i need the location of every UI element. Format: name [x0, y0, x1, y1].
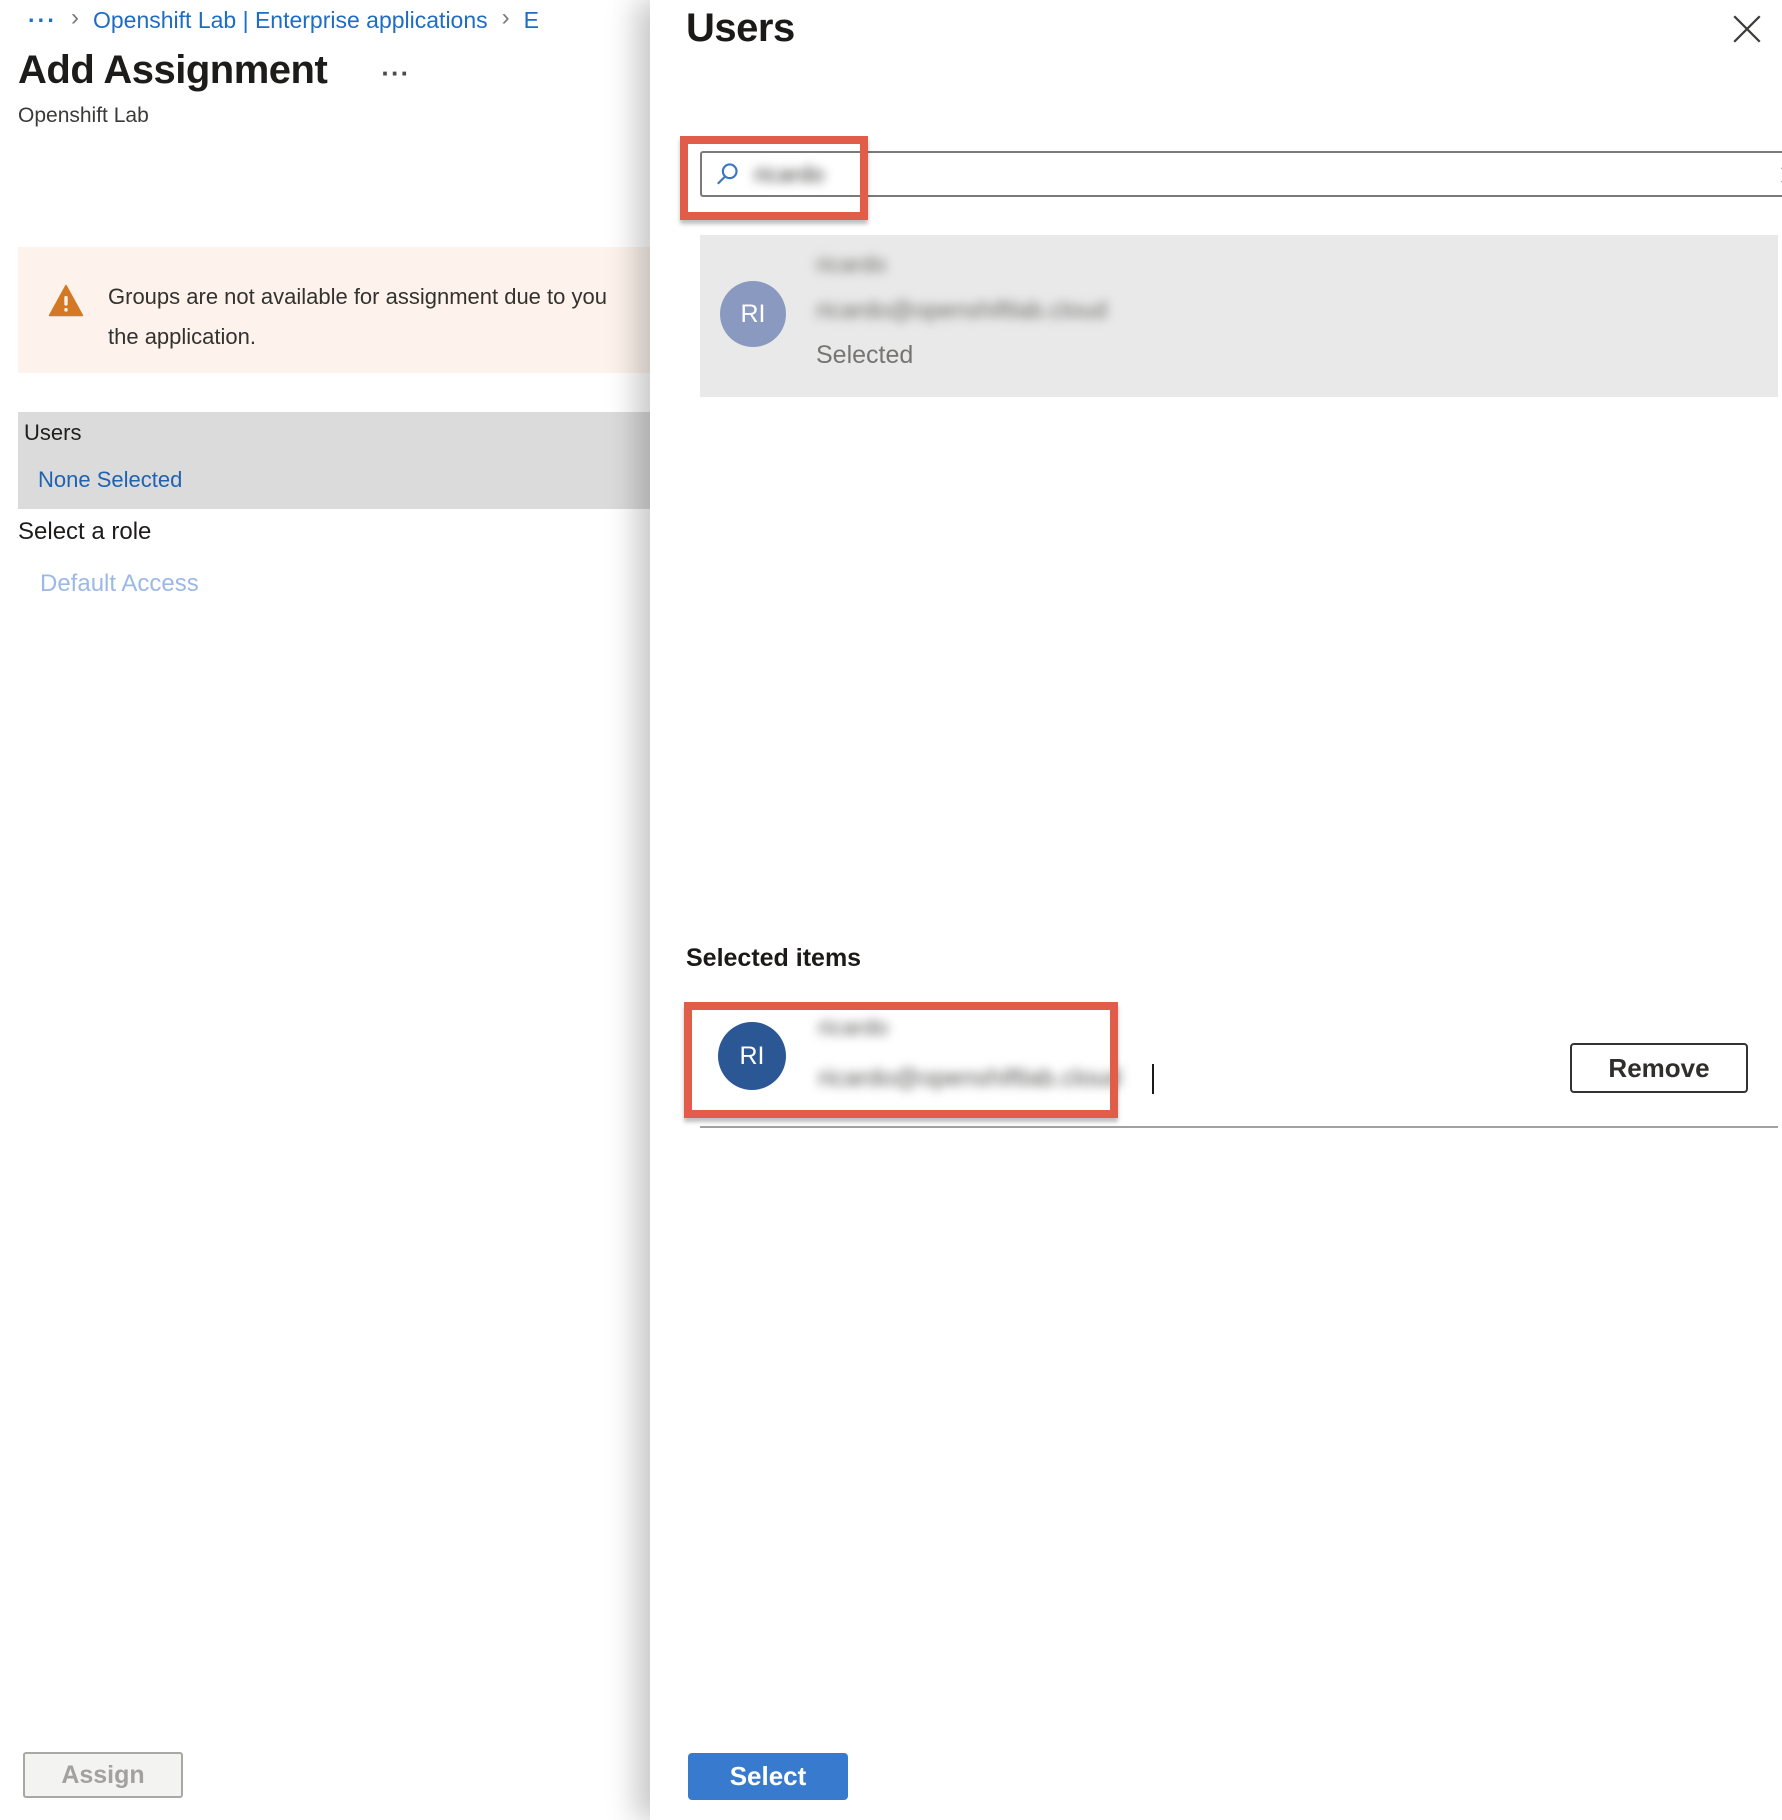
breadcrumb-overflow-button[interactable]: ···	[28, 7, 57, 34]
text-cursor	[1152, 1064, 1154, 1094]
suggestion-user-email-blurred: ricardo@openshiftlab.cloud	[816, 297, 1107, 325]
role-picker-default-access-link[interactable]: Default Access	[40, 570, 199, 598]
page-subtitle: Openshift Lab	[18, 104, 149, 128]
page-context-menu-button[interactable]: ···	[381, 58, 410, 89]
clear-search-icon[interactable]	[1778, 164, 1782, 186]
suggestion-selected-status: Selected	[816, 341, 913, 370]
selected-item-divider	[700, 1126, 1778, 1128]
warning-triangle-icon	[48, 284, 84, 317]
warning-line-1: Groups are not available for assignment …	[108, 277, 607, 317]
breadcrumb-link-truncated[interactable]: E	[524, 7, 539, 34]
selected-user-name-blurred: ricardo	[818, 1014, 888, 1041]
users-panel-title: Users	[686, 6, 795, 51]
remove-button[interactable]: Remove	[1570, 1043, 1748, 1093]
avatar: RI	[718, 1022, 786, 1090]
warning-line-2: the application.	[108, 317, 607, 357]
assign-button[interactable]: Assign	[23, 1752, 183, 1798]
selected-items-heading: Selected items	[686, 944, 861, 973]
close-icon[interactable]	[1730, 12, 1764, 46]
selected-user-email-blurred: ricardo@openshiftlab.cloud	[818, 1064, 1121, 1093]
breadcrumb-separator-icon: ›	[502, 4, 510, 32]
suggestion-user-name-blurred: ricardo	[816, 251, 886, 278]
role-picker-label: Select a role	[18, 518, 151, 546]
users-picker-label: Users	[24, 420, 81, 446]
breadcrumb-separator-icon: ›	[71, 4, 79, 32]
warning-banner: Groups are not available for assignment …	[18, 247, 652, 373]
user-search-input[interactable]: ricardo	[700, 151, 1782, 197]
search-icon	[714, 161, 740, 187]
page-title-row: Add Assignment ···	[18, 48, 410, 93]
breadcrumb-link-enterprise-applications[interactable]: Openshift Lab | Enterprise applications	[93, 7, 488, 34]
search-input-value-blurred: ricardo	[754, 161, 824, 188]
page-title: Add Assignment	[18, 48, 327, 93]
select-button[interactable]: Select	[688, 1753, 848, 1800]
users-panel: Users ricardo RI ricardo ricardo@openshi…	[650, 0, 1782, 1820]
users-picker-none-selected-link[interactable]: None Selected	[38, 467, 182, 493]
user-suggestion-row[interactable]: RI ricardo ricardo@openshiftlab.cloud Se…	[700, 235, 1778, 397]
avatar: RI	[720, 281, 786, 347]
users-picker-section: Users None Selected	[18, 412, 652, 509]
warning-banner-text: Groups are not available for assignment …	[108, 277, 607, 357]
breadcrumb: ··· › Openshift Lab | Enterprise applica…	[28, 6, 539, 34]
screen: ··· › Openshift Lab | Enterprise applica…	[0, 0, 1782, 1820]
